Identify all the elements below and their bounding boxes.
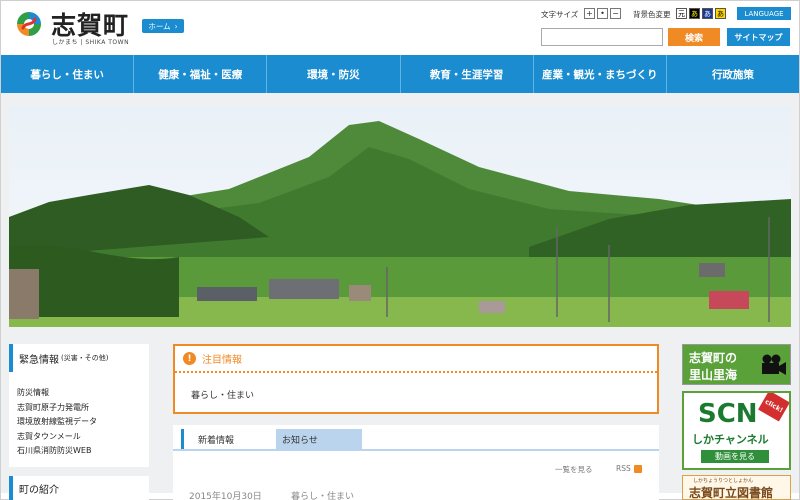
click-badge: click! xyxy=(758,393,789,422)
nav-item-health[interactable]: 健康・福祉・医療 xyxy=(134,55,268,93)
scn-logo: SCN xyxy=(698,399,758,429)
town-logo-icon[interactable] xyxy=(15,10,43,38)
news-panel: お知らせ 新着情報 一覧を見る RSS 2015年10月30日 暮らし・住まい xyxy=(173,425,659,500)
emergency-link-list: 防災情報 志賀町原子力発電所 環境放射線監視データ 志賀タウンメール 石川県消防… xyxy=(17,386,97,459)
sitemap-button[interactable]: サイトマップ xyxy=(727,28,790,46)
text-size-reset-button[interactable]: • xyxy=(597,8,608,19)
home-button-label: ホーム xyxy=(148,21,171,31)
chevron-right-icon: › xyxy=(174,21,178,31)
tab-new-info-label: 新着情報 xyxy=(198,435,235,446)
link-ishikawa-fire-web[interactable]: 石川県消防防災WEB xyxy=(17,444,97,459)
exclamation-icon: ! xyxy=(183,352,196,365)
nav-item-industry[interactable]: 産業・観光・まちづくり xyxy=(534,55,667,93)
rss-label: RSS xyxy=(616,464,631,473)
text-size-label: 文字サイズ xyxy=(541,10,579,19)
featured-info-box: ! 注目情報 暮らし・住まい xyxy=(173,344,659,414)
featured-info-link[interactable]: 暮らし・住まい xyxy=(191,388,254,401)
satoyama-banner-line2: 里山里海 xyxy=(689,368,738,382)
emergency-info-title: 緊急情報 xyxy=(19,354,59,366)
home-button[interactable]: ホーム › xyxy=(142,19,184,33)
global-nav: 暮らし・住まい 健康・福祉・医療 環境・防災 教育・生涯学習 産業・観光・まちづ… xyxy=(1,55,799,93)
bg-yellow-button[interactable]: あ xyxy=(715,8,726,19)
tab-new-info[interactable]: 新着情報 xyxy=(181,429,276,449)
town-intro-heading[interactable]: 町の紹介 xyxy=(9,476,149,500)
library-banner[interactable]: しかちょうりつとしょかん 志賀町立図書館 xyxy=(682,475,791,500)
bg-black-button[interactable]: あ xyxy=(689,8,700,19)
scn-channel-banner[interactable]: SCN click! しかチャンネル 動画を見る xyxy=(682,391,791,470)
news-item-category[interactable]: 暮らし・住まい xyxy=(291,489,354,500)
hero-image xyxy=(9,107,791,327)
news-item-date: 2015年10月30日 xyxy=(189,492,262,500)
tab-divider xyxy=(173,449,659,451)
nav-item-education[interactable]: 教育・生涯学習 xyxy=(401,55,534,93)
rss-icon xyxy=(633,464,642,473)
tab-notices[interactable]: お知らせ xyxy=(268,429,362,449)
emergency-info-heading: 緊急情報 (災害・その他) xyxy=(9,344,149,372)
link-radiation-data[interactable]: 環境放射線監視データ xyxy=(17,415,97,430)
emergency-info-subtitle: (災害・その他) xyxy=(61,354,109,362)
view-list-link[interactable]: 一覧を見る xyxy=(555,464,593,475)
featured-info-title: 注目情報 xyxy=(202,355,242,366)
video-camera-icon xyxy=(762,354,786,375)
search-button[interactable]: 検索 xyxy=(668,28,720,46)
bg-blue-button[interactable]: あ xyxy=(702,8,713,19)
nav-item-administration[interactable]: 行政施策 xyxy=(667,55,799,93)
link-nuclear-plant[interactable]: 志賀町原子力発電所 xyxy=(17,401,97,416)
rss-link[interactable]: RSS xyxy=(616,464,642,473)
nav-item-living[interactable]: 暮らし・住まい xyxy=(1,55,135,93)
watch-video-button[interactable]: 動画を見る xyxy=(701,450,769,463)
bg-color-label: 背景色変更 xyxy=(633,10,671,19)
bg-default-button[interactable]: 元 xyxy=(676,8,687,19)
text-size-decrease-button[interactable]: − xyxy=(610,8,621,19)
featured-info-heading: ! 注目情報 xyxy=(175,346,657,373)
link-town-mail[interactable]: 志賀タウンメール xyxy=(17,430,97,445)
nav-item-environment[interactable]: 環境・防災 xyxy=(267,55,401,93)
library-ruby: しかちょうりつとしょかん xyxy=(693,478,754,484)
tab-notices-label: お知らせ xyxy=(282,435,318,446)
link-disaster-prevention[interactable]: 防災情報 xyxy=(17,386,97,401)
site-logo-subtitle: しかまち | SHIKA TOWN xyxy=(52,39,130,46)
mountain-landscape-image xyxy=(9,107,791,327)
library-name: 志賀町立図書館 xyxy=(689,486,774,500)
scn-channel-name: しかチャンネル xyxy=(692,433,769,446)
language-button[interactable]: LANGUAGE xyxy=(737,7,791,20)
town-intro-title: 町の紹介 xyxy=(19,484,59,496)
town-intro-box: 町の紹介 xyxy=(9,476,149,500)
emergency-info-box: 緊急情報 (災害・その他) 防災情報 志賀町原子力発電所 環境放射線監視データ … xyxy=(9,344,149,467)
search-input[interactable] xyxy=(541,28,663,46)
text-size-increase-button[interactable]: + xyxy=(584,8,595,19)
satoyama-banner[interactable]: 志賀町の 里山里海 xyxy=(682,344,791,385)
satoyama-banner-line1: 志賀町の xyxy=(689,351,738,365)
